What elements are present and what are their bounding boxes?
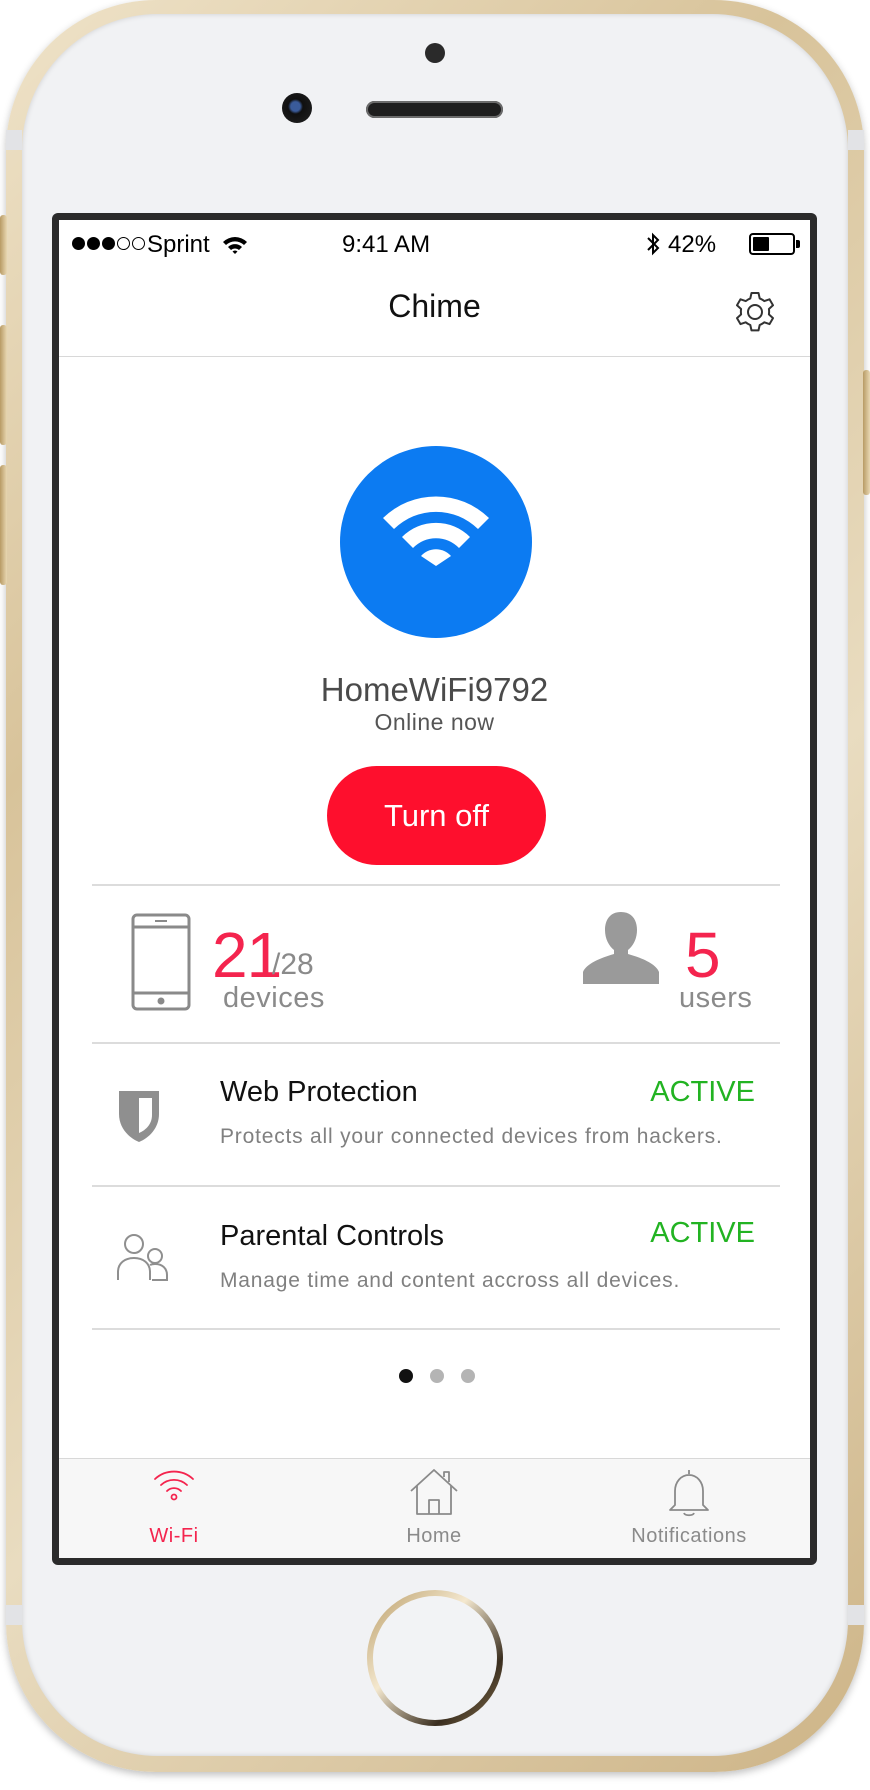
divider [92,884,780,886]
signal-dot [87,237,100,250]
network-name: HomeWiFi9792 [320,671,549,708]
users-count: 5 [685,919,721,991]
feature-title: Web Protection [220,1076,418,1108]
devices-total: /28 [272,948,314,981]
page-title: Chime [388,288,481,324]
proximity-sensor [425,43,445,63]
status-time: 9:41 AM [342,231,431,258]
tab-label: Notifications [631,1525,747,1547]
page-dot[interactable] [461,1369,475,1383]
signal-dot [72,237,85,250]
volume-down-button [0,465,7,585]
feature-description: Protects all your connected devices from… [220,1125,723,1148]
carrier-name: Sprint [147,231,210,258]
navigation-bar: Chime [59,268,810,357]
bell-icon [669,1470,709,1517]
divider [92,1185,780,1187]
volume-up-button [0,325,7,445]
shield-icon [119,1091,159,1142]
gear-icon[interactable] [729,286,781,338]
network-status-badge[interactable] [340,446,532,638]
battery-tip [796,240,800,248]
home-button[interactable] [367,1590,503,1726]
battery-icon [749,233,795,255]
house-icon [410,1469,458,1515]
divider [92,1042,780,1044]
antenna-line [6,130,22,150]
silent-switch [0,215,7,275]
signal-dot [102,237,115,250]
tab-label: Wi-Fi [149,1525,199,1547]
home-button-face [373,1596,497,1720]
smartphone-icon [131,913,191,1011]
wifi-icon [154,1470,194,1501]
user-icon [583,912,659,984]
bluetooth-icon [647,232,660,256]
app-screen: Sprint 9:41 AM 42% Chime HomeWiFi9792 On… [59,220,810,1558]
status-badge: ACTIVE [650,1217,755,1249]
divider [92,1328,780,1330]
battery-percent: 42% [668,231,717,258]
antenna-line [848,1605,864,1625]
front-camera [282,93,312,123]
power-button [863,370,870,495]
earpiece-speaker [366,101,503,118]
tab-label: Home [406,1525,462,1547]
feature-description: Manage time and content accross all devi… [220,1269,681,1292]
page-dot[interactable] [430,1369,444,1383]
antenna-line [6,1605,22,1625]
turn-off-button[interactable]: Turn off [327,766,546,865]
tab-wifi[interactable]: Wi-Fi [74,1459,274,1558]
network-status: Online now [374,709,495,735]
tab-home[interactable]: Home [334,1459,534,1558]
status-badge: ACTIVE [650,1076,755,1108]
users-label: users [679,982,753,1014]
signal-strength-icon [72,237,145,250]
tab-bar: Wi-Fi Home Notifications [59,1458,810,1558]
wifi-status-icon [223,237,247,254]
devices-count: 21 [212,919,282,991]
tab-notifications[interactable]: Notifications [589,1459,789,1558]
wifi-icon [383,496,489,566]
devices-label: devices [223,982,325,1014]
signal-dot [132,237,145,250]
page-indicator[interactable] [399,1369,475,1383]
feature-title: Parental Controls [220,1220,445,1252]
people-icon [117,1234,168,1281]
battery-level [753,237,769,251]
status-bar: Sprint 9:41 AM 42% [59,220,810,268]
signal-dot [117,237,130,250]
antenna-line [848,130,864,150]
page-dot[interactable] [399,1369,413,1383]
